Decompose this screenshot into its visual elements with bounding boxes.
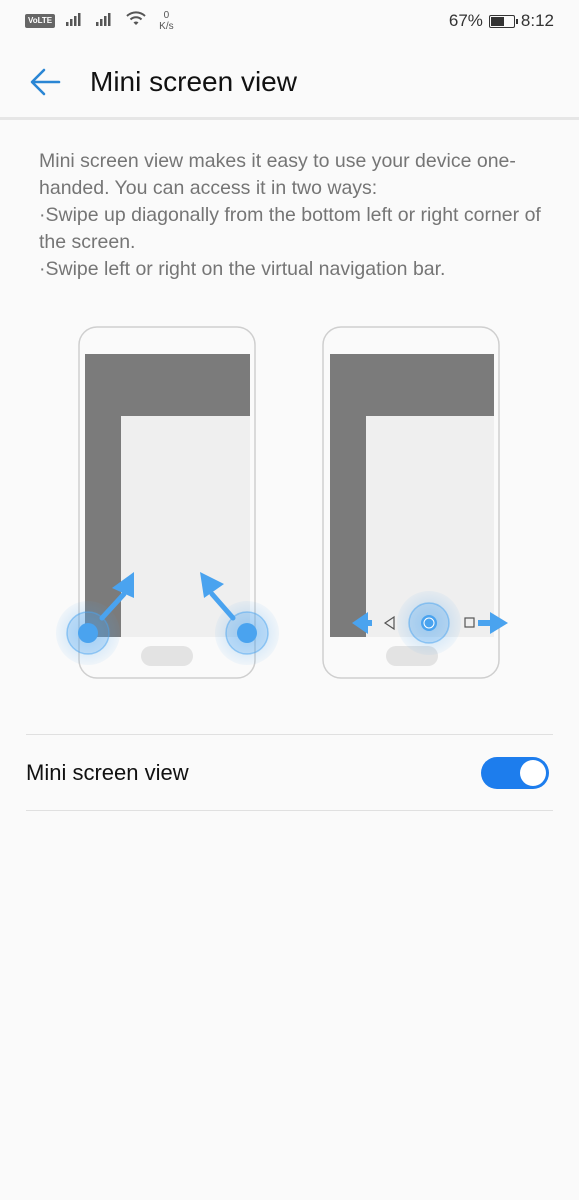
status-bar: VoLTE 0 K/s 67% 8:12 bbox=[0, 0, 579, 44]
volte-badge: VoLTE bbox=[25, 14, 56, 28]
diagonal-swipe-illustration bbox=[56, 326, 279, 679]
clock: 8:12 bbox=[520, 11, 554, 30]
data-speed-value: 0 bbox=[163, 10, 170, 21]
description-method-2: ·Swipe left or right on the virtual navi… bbox=[39, 258, 446, 280]
setting-label: Mini screen view bbox=[26, 760, 189, 785]
row-divider-top bbox=[26, 734, 553, 735]
data-speed: 0 K/s bbox=[159, 10, 173, 32]
mini-screen-view-setting-row[interactable]: Mini screen view bbox=[0, 736, 579, 810]
description-text: Mini screen view makes it easy to use yo… bbox=[39, 148, 549, 283]
signal-icon bbox=[95, 11, 115, 32]
touch-point bbox=[237, 623, 257, 643]
navigation-bar-swipe-illustration bbox=[322, 326, 508, 679]
row-divider-bottom bbox=[26, 810, 553, 811]
wifi-icon bbox=[125, 10, 147, 32]
status-bar-left: VoLTE 0 K/s bbox=[25, 10, 174, 32]
toggle-knob bbox=[520, 760, 546, 786]
touch-point bbox=[78, 623, 98, 643]
touch-point bbox=[421, 615, 437, 631]
status-bar-right: 67% 8:12 bbox=[449, 11, 554, 31]
app-header: Mini screen view bbox=[0, 44, 579, 118]
back-arrow-icon bbox=[30, 68, 61, 96]
page-title: Mini screen view bbox=[90, 66, 297, 97]
battery-percent: 67% bbox=[448, 11, 483, 30]
battery-fill bbox=[490, 16, 504, 26]
home-button bbox=[141, 646, 193, 666]
mini-screen-view-toggle[interactable] bbox=[481, 757, 549, 789]
description-method-1: ·Swipe up diagonally from the bottom lef… bbox=[39, 204, 541, 253]
header-divider bbox=[0, 117, 579, 120]
signal-icon bbox=[65, 11, 85, 32]
data-speed-unit: K/s bbox=[159, 21, 174, 32]
back-button[interactable] bbox=[25, 62, 65, 102]
mini-screen-area bbox=[121, 416, 250, 637]
description-intro: Mini screen view makes it easy to use yo… bbox=[39, 150, 516, 199]
battery-icon bbox=[488, 14, 518, 28]
